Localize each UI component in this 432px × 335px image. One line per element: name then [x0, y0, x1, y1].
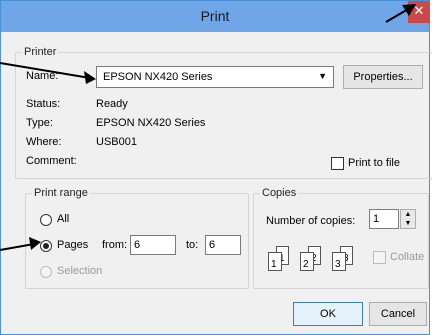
print-dialog: Print ✕ Printer Name: EPSON NX420 Series…	[0, 0, 432, 335]
status-value: Ready	[96, 98, 128, 110]
print-range-pages-label[interactable]: Pages	[57, 239, 88, 251]
copies-input[interactable]: 1	[369, 209, 399, 229]
chevron-down-icon: ▼	[318, 71, 327, 81]
from-page-input[interactable]: 6	[130, 235, 176, 255]
copies-group: Copies Number of copies: 1 ▲ ▼ 1 1 2 2 3…	[253, 187, 429, 289]
type-value: EPSON NX420 Series	[96, 117, 206, 129]
to-page-input[interactable]: 6	[205, 235, 241, 255]
collate-page-3-front: 3	[332, 252, 346, 271]
where-label: Where:	[26, 136, 62, 148]
name-label: Name:	[26, 70, 59, 82]
printer-name-select[interactable]: EPSON NX420 Series ▼	[96, 66, 334, 88]
printer-group-label: Printer	[22, 46, 59, 58]
collate-label[interactable]: Collate	[390, 251, 424, 263]
printer-group: Printer Name: EPSON NX420 Series ▼ Prope…	[15, 46, 432, 179]
print-range-pages-radio[interactable]	[40, 240, 52, 252]
printer-name-value: EPSON NX420 Series	[103, 71, 213, 83]
print-range-selection-label[interactable]: Selection	[57, 265, 102, 277]
dialog-title: Print	[200, 8, 230, 24]
print-range-selection-radio[interactable]	[40, 266, 52, 278]
ok-button[interactable]: OK	[293, 302, 363, 326]
spin-down-icon[interactable]: ▼	[401, 219, 415, 228]
copies-group-label: Copies	[260, 187, 299, 199]
to-label: to:	[186, 239, 199, 251]
close-icon: ✕	[413, 3, 425, 18]
status-label: Status:	[26, 98, 61, 110]
print-range-all-radio[interactable]	[40, 214, 52, 226]
copies-stepper[interactable]: ▲ ▼	[400, 209, 416, 229]
collate-checkbox[interactable]	[373, 251, 386, 264]
number-of-copies-label: Number of copies:	[266, 215, 356, 227]
comment-label: Comment:	[26, 155, 77, 167]
print-range-group: Print range All Pages from: 6 to: 6 Sele…	[25, 187, 249, 289]
cancel-button[interactable]: Cancel	[369, 302, 427, 326]
print-range-group-label: Print range	[32, 187, 90, 199]
close-button[interactable]: ✕	[408, 1, 430, 23]
print-range-all-label[interactable]: All	[57, 213, 69, 225]
print-to-file-checkbox[interactable]	[331, 157, 344, 170]
type-label: Type:	[26, 117, 53, 129]
properties-button[interactable]: Properties...	[343, 65, 423, 89]
title-bar[interactable]: Print ✕	[1, 1, 430, 32]
from-label: from:	[102, 239, 128, 251]
where-value: USB001	[96, 136, 137, 148]
collate-page-1-front: 1	[268, 252, 282, 271]
print-to-file-label[interactable]: Print to file	[348, 157, 400, 169]
spin-up-icon[interactable]: ▲	[401, 210, 415, 219]
collate-page-2-front: 2	[300, 252, 314, 271]
